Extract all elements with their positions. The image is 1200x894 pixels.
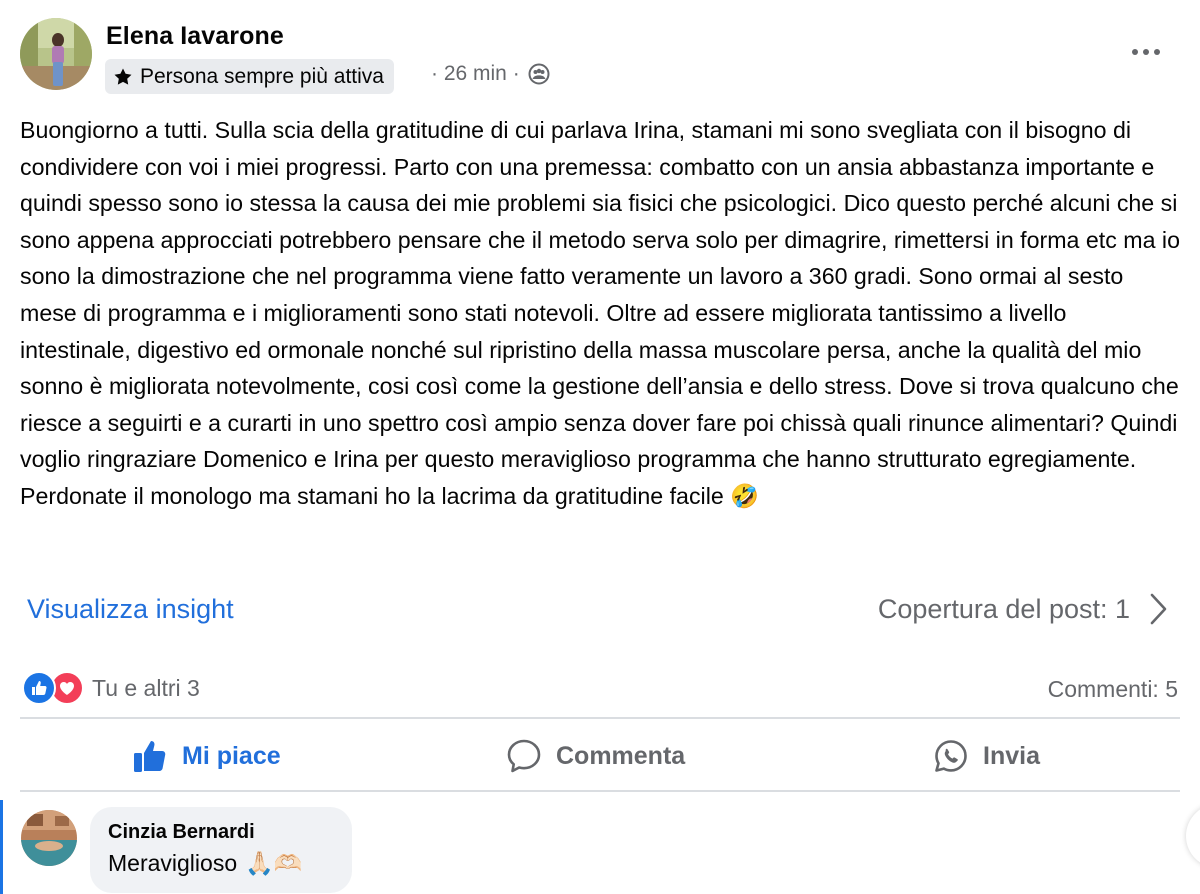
chevron-right-icon — [1150, 593, 1167, 625]
divider — [20, 717, 1180, 719]
commenter-photo — [21, 810, 77, 866]
comment-emoji: 🙏🏻🫶🏻 — [245, 850, 303, 876]
comment-button-label: Commenta — [556, 741, 686, 770]
status-badge[interactable]: Persona sempre più attiva — [105, 59, 394, 94]
more-icon[interactable] — [1126, 38, 1166, 66]
view-insights-link[interactable]: Visualizza insight — [27, 594, 234, 625]
badge-label: Persona sempre più attiva — [140, 64, 384, 88]
author-name[interactable]: Elena Iavarone — [106, 22, 284, 51]
group-icon[interactable] — [528, 63, 550, 85]
comment-bubble-icon — [507, 739, 541, 773]
like-button[interactable]: Mi piace — [132, 734, 281, 778]
comment-bubble: Cinzia Bernardi Meraviglioso 🙏🏻🫶🏻 — [90, 807, 352, 893]
author-avatar[interactable] — [20, 18, 92, 90]
divider — [20, 790, 1180, 792]
more-dot — [1132, 49, 1138, 55]
comments-count[interactable]: Commenti: 5 — [1048, 676, 1178, 703]
post-reach-label: Copertura del post: 1 — [877, 593, 1130, 624]
comment-highlight-bar — [0, 800, 3, 894]
like-button-label: Mi piace — [182, 741, 281, 770]
thumbs-up-icon — [134, 741, 166, 772]
post-text: Buongiorno a tutti. Sulla scia della gra… — [20, 117, 1180, 509]
send-button-label: Invia — [983, 741, 1040, 770]
more-dot — [1143, 49, 1149, 55]
reactions-label: Tu e altri 3 — [92, 674, 200, 701]
commenter-avatar[interactable] — [21, 810, 77, 866]
send-button[interactable]: Invia — [933, 734, 1040, 778]
author-photo — [20, 18, 92, 90]
whatsapp-icon — [935, 740, 967, 772]
post-meta: · 26 min · — [431, 62, 550, 86]
more-dot — [1154, 49, 1160, 55]
scroll-button[interactable] — [1186, 804, 1200, 868]
commenter-name[interactable]: Cinzia Bernardi — [108, 821, 334, 844]
like-reaction-icon — [22, 671, 56, 705]
post-reach[interactable]: Copertura del post: 1 — [878, 592, 1168, 626]
comment-text: Meraviglioso 🙏🏻🫶🏻 — [108, 850, 334, 877]
star-icon — [114, 68, 132, 85]
comment-text-label: Meraviglioso — [108, 850, 238, 876]
comment-button[interactable]: Commenta — [506, 734, 685, 778]
reactions-summary[interactable]: Tu e altri 3 — [22, 671, 200, 705]
post-time[interactable]: · 26 min · — [431, 62, 520, 86]
